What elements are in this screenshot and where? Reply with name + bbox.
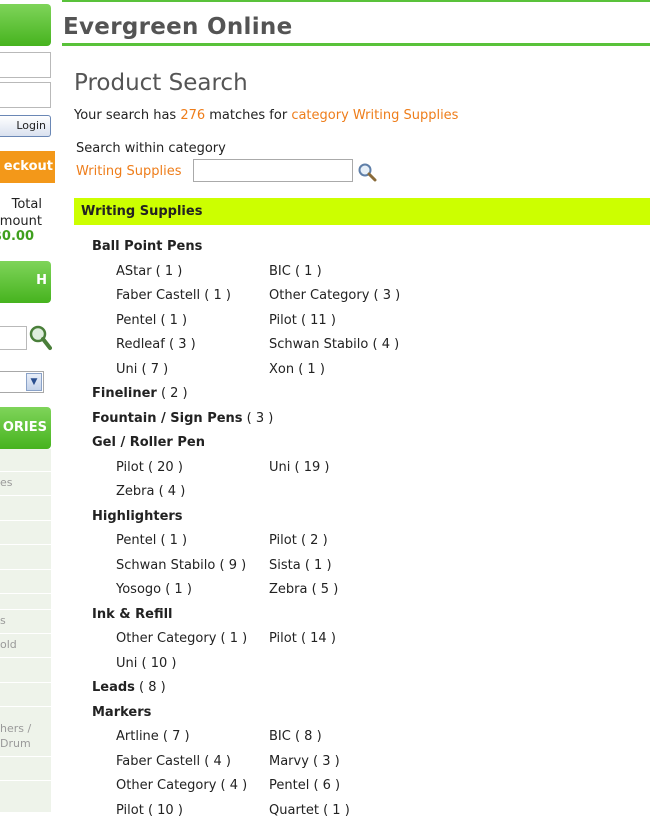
- categories-title: ORIES: [3, 420, 47, 435]
- sidebar-category-item[interactable]: s: [0, 614, 6, 627]
- search-section-title: H: [36, 273, 47, 288]
- brand-link[interactable]: Faber Castell ( 1 ): [116, 286, 269, 311]
- brand-link[interactable]: Quartet ( 1 ): [269, 801, 469, 825]
- brand-link[interactable]: AStar ( 1 ): [116, 262, 269, 287]
- subcategory-count: ( 3 ): [243, 411, 274, 426]
- subcategory-name[interactable]: Leads: [92, 680, 135, 695]
- brand-link[interactable]: Other Category ( 1 ): [116, 629, 269, 654]
- category-header: Writing Supplies: [74, 198, 650, 225]
- brand-link[interactable]: BIC ( 8 ): [269, 727, 469, 752]
- brand-link[interactable]: Schwan Stabilo ( 9 ): [116, 556, 269, 581]
- brand-list: Pilot ( 20 )Uni ( 19 )Zebra ( 4 ): [92, 458, 642, 507]
- brand-list: AStar ( 1 )BIC ( 1 )Faber Castell ( 1 )O…: [92, 262, 642, 385]
- brand-link[interactable]: Redleaf ( 3 ): [116, 335, 269, 360]
- total-label: Total: [12, 197, 42, 212]
- subcategory-name[interactable]: Ink & Refill: [92, 607, 173, 622]
- category-results: Ball Point PensAStar ( 1 )BIC ( 1 )Faber…: [92, 237, 642, 825]
- left-sidebar: Login eckout Total mount $0.00 H ▼ ORIES…: [0, 0, 62, 812]
- subcategory-count: ( 8 ): [135, 680, 166, 695]
- search-summary: Your search has 276 matches for category…: [74, 108, 458, 123]
- subcategory-name[interactable]: Highlighters: [92, 509, 183, 524]
- brand-link[interactable]: Faber Castell ( 4 ): [116, 752, 269, 777]
- sidebar-header-bar: [0, 4, 51, 46]
- site-title[interactable]: Evergreen Online: [63, 14, 293, 40]
- subcategory-title[interactable]: Highlighters: [92, 507, 642, 532]
- brand-link[interactable]: Zebra ( 4 ): [116, 482, 269, 507]
- subcategory-name[interactable]: Ball Point Pens: [92, 239, 202, 254]
- subcategory-group: Ball Point Pens AStar ( 1 )BIC ( 1 )Faber…: [92, 237, 642, 384]
- subcategory-group: Fountain / Sign Pens ( 3 ): [92, 409, 642, 434]
- brand-link[interactable]: Uni ( 7 ): [116, 360, 269, 385]
- brand-link[interactable]: Other Category ( 3 ): [269, 286, 469, 311]
- top-border: [0, 0, 650, 2]
- subcategory-count: ( 2 ): [157, 386, 188, 401]
- header-divider: [62, 43, 650, 46]
- search-within-input[interactable]: [193, 159, 353, 182]
- brand-link[interactable]: Schwan Stabilo ( 4 ): [269, 335, 469, 360]
- checkout-link[interactable]: eckout: [0, 151, 55, 183]
- subcategory-title[interactable]: Fineliner ( 2 ): [92, 384, 642, 409]
- search-icon[interactable]: [357, 162, 377, 182]
- sidebar-category-item[interactable]: es: [0, 476, 13, 489]
- brand-link[interactable]: Marvy ( 3 ): [269, 752, 469, 777]
- search-section-bar: H: [0, 261, 51, 303]
- subcategory-title[interactable]: Ink & Refill: [92, 605, 642, 630]
- subcategory-group: Fineliner ( 2 ): [92, 384, 642, 409]
- subcategory-group: Markers Artline ( 7 )BIC ( 8 )Faber Caste…: [92, 703, 642, 825]
- brand-list: Other Category ( 1 )Pilot ( 14 )Uni ( 10…: [92, 629, 642, 678]
- summary-category: category Writing Supplies: [291, 108, 458, 123]
- password-field[interactable]: [0, 82, 51, 108]
- brand-link[interactable]: Pilot ( 20 ): [116, 458, 269, 483]
- subcategory-title[interactable]: Ball Point Pens: [92, 237, 642, 262]
- subcategory-group: Highlighters Pentel ( 1 )Pilot ( 2 )Schwa…: [92, 507, 642, 605]
- brand-link[interactable]: Uni ( 19 ): [269, 458, 469, 483]
- subcategory-group: Gel / Roller Pen Pilot ( 20 )Uni ( 19 )Ze…: [92, 433, 642, 507]
- brand-link[interactable]: Pilot ( 11 ): [269, 311, 469, 336]
- subcategory-name[interactable]: Fountain / Sign Pens: [92, 411, 243, 426]
- search-within-category[interactable]: Writing Supplies: [76, 164, 182, 179]
- brand-list: Pentel ( 1 )Pilot ( 2 )Schwan Stabilo ( …: [92, 531, 642, 605]
- sidebar-category-item[interactable]: Drum: [0, 737, 31, 750]
- subcategory-title[interactable]: Fountain / Sign Pens ( 3 ): [92, 409, 642, 434]
- search-within-label: Search within category: [76, 141, 226, 156]
- match-count: 276: [180, 108, 205, 123]
- brand-link[interactable]: Other Category ( 4 ): [116, 776, 269, 801]
- username-field[interactable]: [0, 52, 51, 78]
- brand-link[interactable]: Pentel ( 1 ): [116, 531, 269, 556]
- sidebar-search-input[interactable]: [0, 326, 27, 350]
- brand-link[interactable]: Pilot ( 10 ): [116, 801, 269, 825]
- page-title: Product Search: [74, 70, 248, 96]
- subcategory-name[interactable]: Fineliner: [92, 386, 157, 401]
- brand-link[interactable]: Sista ( 1 ): [269, 556, 469, 581]
- brand-link[interactable]: Pilot ( 14 ): [269, 629, 469, 654]
- sidebar-category-item[interactable]: hers /: [0, 722, 31, 735]
- brand-link[interactable]: Zebra ( 5 ): [269, 580, 469, 605]
- brand-link[interactable]: Uni ( 10 ): [116, 654, 269, 679]
- amount-label: mount: [0, 214, 42, 229]
- brand-link[interactable]: Pentel ( 6 ): [269, 776, 469, 801]
- subcategory-group: Ink & Refill Other Category ( 1 )Pilot ( …: [92, 605, 642, 679]
- brand-link[interactable]: Artline ( 7 ): [116, 727, 269, 752]
- brand-link[interactable]: Yosogo ( 1 ): [116, 580, 269, 605]
- brand-link[interactable]: Xon ( 1 ): [269, 360, 469, 385]
- sidebar-category-item[interactable]: old: [0, 638, 17, 651]
- subcategory-name[interactable]: Markers: [92, 705, 151, 720]
- brand-link[interactable]: BIC ( 1 ): [269, 262, 469, 287]
- subcategory-title[interactable]: Markers: [92, 703, 642, 728]
- brand-list: Artline ( 7 )BIC ( 8 )Faber Castell ( 4 …: [92, 727, 642, 825]
- login-button[interactable]: Login: [0, 115, 51, 137]
- brand-link[interactable]: Pilot ( 2 ): [269, 531, 469, 556]
- subcategory-title[interactable]: Gel / Roller Pen: [92, 433, 642, 458]
- brand-link[interactable]: Pentel ( 1 ): [116, 311, 269, 336]
- subcategory-title[interactable]: Leads ( 8 ): [92, 678, 642, 703]
- chevron-down-icon[interactable]: ▼: [26, 373, 42, 391]
- sidebar-category-list: es s old hers / Drum: [0, 449, 51, 812]
- categories-bar: ORIES: [0, 407, 51, 449]
- subcategory-group: Leads ( 8 ): [92, 678, 642, 703]
- sidebar-search-icon[interactable]: [28, 324, 52, 352]
- total-value: $0.00: [0, 229, 34, 244]
- sidebar-category-select[interactable]: ▼: [0, 371, 44, 393]
- subcategory-name[interactable]: Gel / Roller Pen: [92, 435, 205, 450]
